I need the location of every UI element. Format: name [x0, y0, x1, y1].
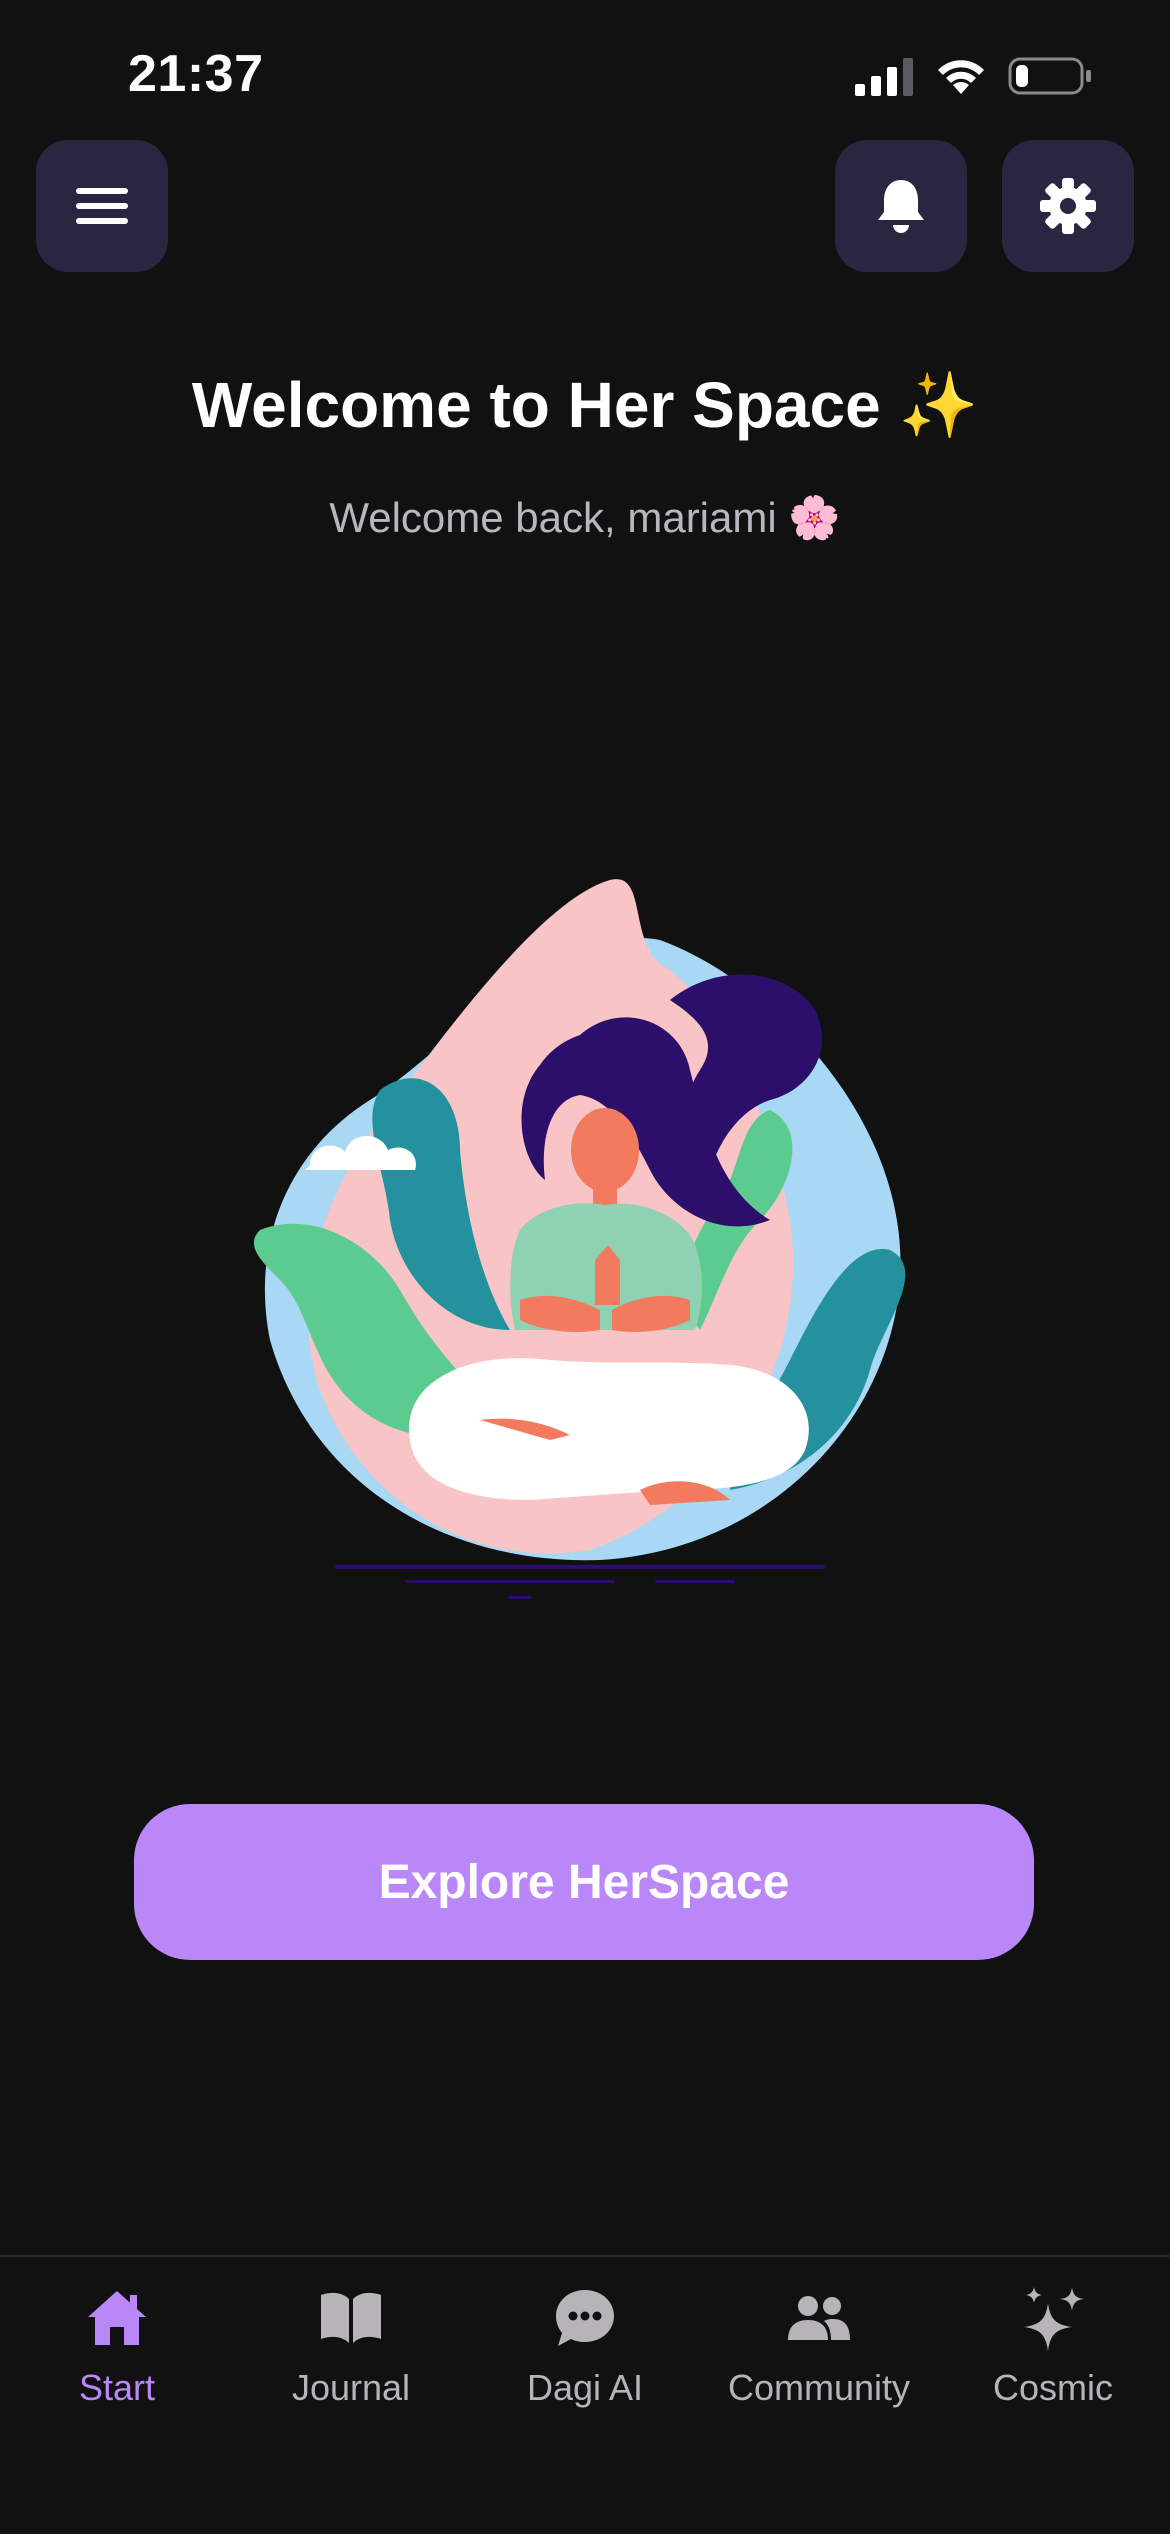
- meditating-woman-illustration: [253, 879, 906, 1599]
- nav-label-cosmic: Cosmic: [992, 2367, 1113, 2408]
- nav-label-start: Start: [78, 2367, 156, 2408]
- nav-item-dagi-ai[interactable]: Dagi AI: [468, 2283, 702, 2443]
- explore-herspace-button[interactable]: Explore HerSpace: [134, 1804, 1034, 1960]
- menu-button[interactable]: [36, 140, 168, 272]
- chat-bubble-icon: [550, 2283, 620, 2353]
- status-bar: 21:37: [0, 0, 1170, 140]
- nav-item-journal[interactable]: Journal: [234, 2283, 468, 2443]
- wifi-icon: [938, 60, 984, 94]
- gear-icon: [1040, 178, 1096, 234]
- sparkles-icon: [1018, 2283, 1088, 2353]
- home-icon: [82, 2283, 152, 2353]
- status-time: 21:37: [128, 45, 264, 103]
- nav-item-cosmic[interactable]: Cosmic: [936, 2283, 1170, 2443]
- notifications-button[interactable]: [835, 140, 967, 272]
- nav-item-community[interactable]: Community: [702, 2283, 936, 2443]
- bell-icon: [878, 180, 924, 233]
- hamburger-menu-icon: [76, 188, 128, 224]
- nav-label-journal: Journal: [291, 2367, 411, 2408]
- welcome-subtitle: Welcome back, mariami 🌸: [329, 494, 841, 541]
- cellular-signal-icon: [855, 58, 913, 96]
- people-icon: [784, 2283, 854, 2353]
- settings-button[interactable]: [1002, 140, 1134, 272]
- nav-item-start[interactable]: Start: [0, 2283, 234, 2443]
- welcome-title: Welcome to Her Space ✨: [191, 369, 979, 441]
- nav-label-dagi-ai: Dagi AI: [526, 2367, 644, 2408]
- book-icon: [316, 2283, 386, 2353]
- bottom-navigation: Start Journal Dagi AI Community Cosmic: [0, 2255, 1170, 2534]
- nav-label-community: Community: [727, 2367, 911, 2408]
- battery-icon: [1008, 57, 1091, 95]
